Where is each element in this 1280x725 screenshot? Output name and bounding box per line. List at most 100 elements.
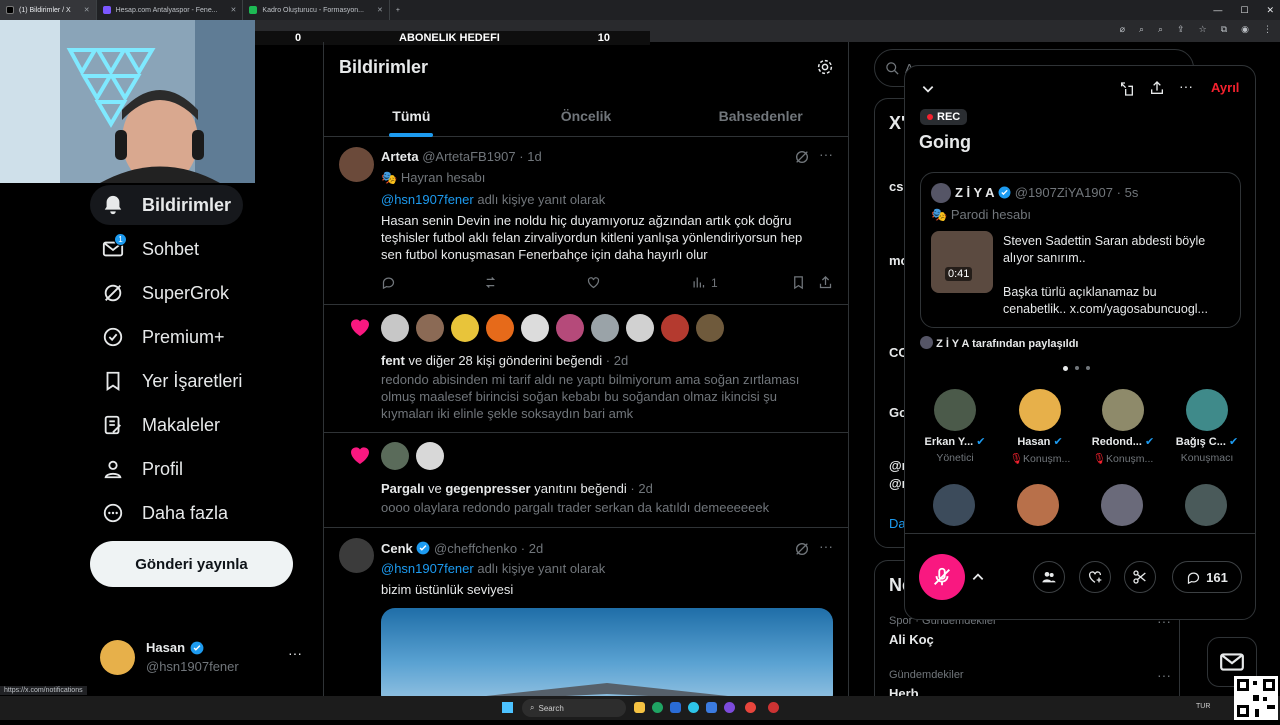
author-name[interactable]: Arteta — [381, 149, 419, 164]
nav-chat[interactable]: 1 Sohbet — [90, 229, 211, 269]
browser-tab-hesap[interactable]: Hesap.com Antalyaspor - Fene... ✕ — [97, 0, 244, 20]
avatar[interactable] — [696, 314, 724, 342]
speaker-redondo[interactable]: Redond... ✔ 🎙Konuşm... — [1083, 389, 1163, 465]
post-time[interactable]: 1d — [527, 149, 541, 164]
edge-icon[interactable] — [688, 702, 699, 713]
windows-start-icon[interactable] — [502, 702, 513, 713]
browser-tab-kadro[interactable]: Kadro Oluşturucu - Formasyon... ✕ — [243, 0, 390, 20]
close-tab-icon[interactable]: ✕ — [84, 6, 90, 14]
chevron-down-icon[interactable] — [921, 82, 935, 96]
bookmark-icon[interactable] — [791, 275, 806, 290]
author-handle[interactable]: @cheffchenko — [434, 541, 517, 556]
people-button[interactable] — [1033, 561, 1065, 593]
minimize-icon[interactable]: — — [1213, 5, 1222, 15]
grok-icon[interactable] — [794, 541, 810, 557]
app-icon[interactable] — [652, 702, 663, 713]
tab-mentions[interactable]: Bahsedenler — [673, 95, 848, 137]
close-window-icon[interactable]: ✕ — [1266, 5, 1274, 16]
share-icon[interactable] — [1149, 80, 1165, 96]
mention-link[interactable]: @hsn1907fener — [381, 561, 474, 576]
notification-like-pargali[interactable]: Pargalı ve gegenpresser yanıtını beğendi… — [324, 433, 848, 528]
account-switcher[interactable]: Hasan @hsn1907fener ··· — [100, 639, 310, 679]
profile-icon[interactable]: ◉ — [1241, 24, 1249, 35]
post-media-image[interactable] — [381, 608, 833, 696]
more-icon[interactable]: ··· — [1157, 667, 1171, 683]
nav-more[interactable]: Daha fazla — [90, 493, 240, 533]
author-handle[interactable]: @1907ZiYA1907 — [1015, 185, 1113, 200]
more-icon[interactable]: ··· — [1179, 78, 1193, 94]
post-time[interactable]: 2d — [529, 541, 543, 556]
language-indicator[interactable]: TUR — [1196, 703, 1210, 710]
author-name[interactable]: Cenk — [381, 541, 413, 556]
video-thumbnail[interactable]: 0:41 — [931, 231, 993, 293]
like-icon[interactable] — [586, 275, 601, 290]
avatar[interactable] — [416, 314, 444, 342]
zoom-icon[interactable]: ⌕ — [1139, 24, 1144, 35]
clip-button[interactable] — [1124, 561, 1156, 593]
nav-bookmarks[interactable]: Yer İşaretleri — [90, 361, 254, 401]
minimize-space-icon[interactable] — [1119, 81, 1135, 97]
leave-button[interactable]: Ayrıl — [1211, 80, 1239, 95]
star-icon[interactable]: ☆ — [1199, 24, 1207, 35]
speaker-bagis[interactable]: Bağış C... ✔ Konuşmacı — [1167, 389, 1247, 464]
nav-profile[interactable]: Profil — [90, 449, 195, 489]
speaker-erkan[interactable]: Erkan Y... ✔ Yönetici — [915, 389, 995, 464]
pinned-post[interactable]: Z İ Y A @1907ZiYA1907 · 5s 🎭 Parodi hesa… — [920, 172, 1241, 328]
reaction-button[interactable] — [1079, 561, 1111, 593]
mention-link[interactable]: @hsn1907fener — [381, 192, 474, 207]
avatar[interactable] — [451, 314, 479, 342]
notification-like-fent[interactable]: fent ve diğer 28 kişi gönderini beğendi … — [324, 305, 848, 433]
store-icon[interactable] — [706, 702, 717, 713]
gear-icon[interactable] — [816, 58, 834, 76]
dot[interactable] — [1086, 366, 1090, 370]
nav-notifications[interactable]: Bildirimler — [90, 185, 244, 225]
tab-priority[interactable]: Öncelik — [499, 95, 674, 137]
avatar[interactable] — [416, 442, 444, 470]
maximize-icon[interactable]: ☐ — [1240, 5, 1248, 16]
tracking-icon[interactable]: ⌀ — [1120, 24, 1125, 35]
trend-name[interactable]: Ali Koç — [889, 632, 934, 647]
tab-all[interactable]: Tümü — [324, 95, 499, 137]
post-button[interactable]: Gönderi yayınla — [90, 541, 293, 587]
avatar[interactable] — [626, 314, 654, 342]
app-icon[interactable] — [768, 702, 779, 713]
menu-icon[interactable]: ⋮ — [1263, 24, 1272, 35]
listener-avatar[interactable] — [1017, 484, 1059, 526]
liker-name[interactable]: Pargalı — [381, 481, 424, 496]
extensions-icon[interactable]: ⧉ — [1221, 24, 1227, 35]
liker-name[interactable]: gegenpresser — [445, 481, 530, 496]
mic-toggle-button[interactable] — [919, 554, 965, 600]
more-icon[interactable]: ··· — [288, 645, 302, 661]
share-icon[interactable]: ⇪ — [1177, 24, 1185, 35]
chevron-up-icon[interactable] — [971, 570, 985, 584]
notification-reply-arteta[interactable]: Arteta @ArtetaFB1907 · 1d 🎭 Hayran hesab… — [324, 137, 848, 305]
close-tab-icon[interactable]: ✕ — [231, 6, 237, 14]
share-icon[interactable] — [818, 275, 833, 290]
more-icon[interactable]: ··· — [819, 538, 833, 554]
nav-articles[interactable]: Makaleler — [90, 405, 232, 445]
dot-active[interactable] — [1063, 366, 1068, 371]
avatar[interactable] — [591, 314, 619, 342]
app-icon[interactable] — [724, 702, 735, 713]
listener-avatar[interactable] — [1101, 484, 1143, 526]
new-tab-button[interactable]: + — [390, 0, 406, 20]
nav-premium[interactable]: Premium+ — [90, 317, 237, 357]
file-explorer-icon[interactable] — [634, 702, 645, 713]
close-tab-icon[interactable]: ✕ — [377, 6, 383, 14]
reply-icon[interactable] — [381, 275, 396, 290]
speaker-hasan[interactable]: Hasan ✔ 🎙Konuşm... — [1000, 389, 1080, 465]
trend-fragment[interactable]: cs — [889, 179, 903, 194]
repost-icon[interactable] — [483, 275, 498, 290]
avatar[interactable] — [486, 314, 514, 342]
taskbar-search[interactable]: ⌕ Search — [522, 699, 626, 717]
views-icon[interactable]: 1 — [691, 275, 718, 290]
translate-icon[interactable]: ⌕ — [1158, 24, 1163, 35]
chrome-icon[interactable] — [745, 702, 756, 713]
listener-avatar[interactable] — [933, 484, 975, 526]
author-handle[interactable]: @ArtetaFB1907 — [422, 149, 515, 164]
grok-icon[interactable] — [794, 149, 810, 165]
notification-reply-cenk[interactable]: Cenk @cheffchenko · 2d @hsn1907fener adl… — [324, 528, 848, 696]
dot[interactable] — [1075, 366, 1079, 370]
browser-tab-x[interactable]: (1) Bildirimler / X ✕ — [0, 0, 97, 20]
listener-avatar[interactable] — [1185, 484, 1227, 526]
